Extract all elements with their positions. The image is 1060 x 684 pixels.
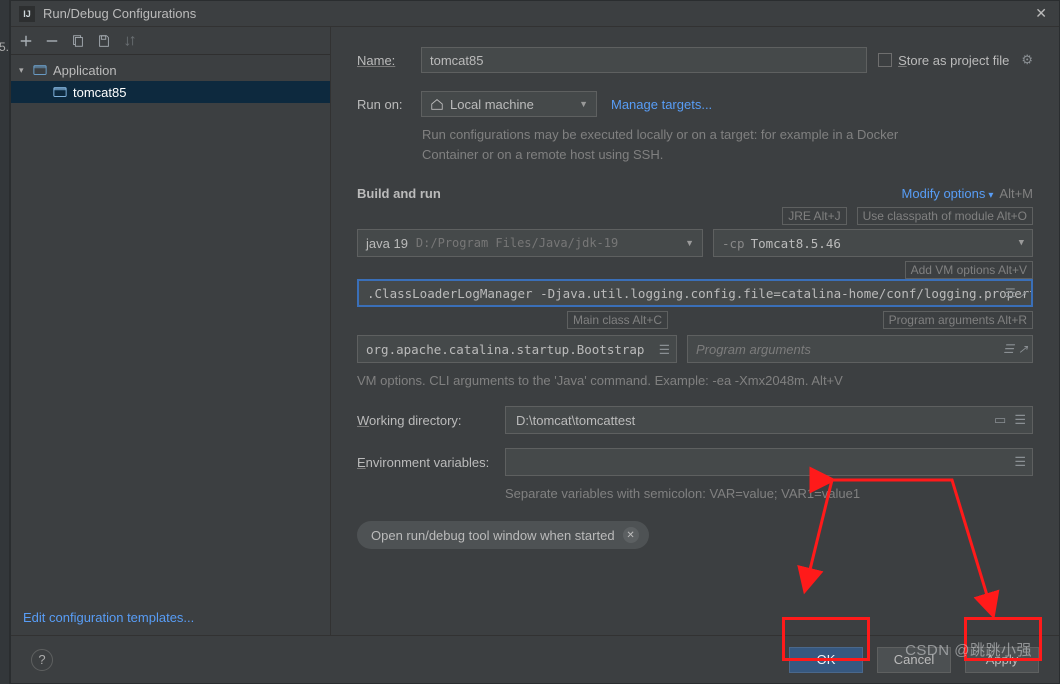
jre-tag: JRE Alt+J [782,207,846,225]
tree-item-label: tomcat85 [73,85,126,100]
chevron-down-icon: ▼ [1019,238,1024,248]
config-tree: ▾ Application tomcat85 [11,55,330,600]
run-on-label: Run on: [357,97,421,112]
chevron-down-icon: ▼ [685,238,694,248]
classpath-tag: Use classpath of module Alt+O [857,207,1033,225]
add-icon[interactable] [19,34,33,48]
save-icon[interactable] [97,34,111,48]
sidebar: ▾ Application tomcat85 Edit configuratio… [11,27,331,635]
jre-select[interactable]: java 19 D:/Program Files/Java/jdk-19 ▼ [357,229,703,257]
history-icon[interactable]: ☰ [1005,286,1016,300]
help-icon[interactable]: ? [31,649,53,671]
classpath-select[interactable]: -cp Tomcat8.5.46 ▼ [713,229,1033,257]
chevron-down-icon[interactable]: ▾ [19,65,29,76]
prog-args-tag: Program arguments Alt+R [883,311,1033,329]
titlebar: IJ Run/Debug Configurations ✕ [11,1,1059,27]
edit-templates-link[interactable]: Edit configuration templates... [23,610,194,625]
annotation-box-apply [964,617,1042,661]
list-icon[interactable]: ☰ [1014,454,1026,470]
manage-targets-link[interactable]: Manage targets... [611,97,712,112]
cp-prefix: -cp [722,236,745,251]
history-icon[interactable]: ☰ [1003,342,1014,356]
application-icon [53,85,67,99]
config-form: Name: SStore as project filetore as proj… [331,27,1059,635]
list-icon[interactable]: ☰ [1014,412,1026,428]
expand-icon[interactable]: ↗ [1020,286,1027,300]
tree-root-application[interactable]: ▾ Application [11,59,330,81]
sort-icon [123,34,137,48]
build-run-heading: Build and run [357,186,441,201]
env-label: Environment variables: [357,455,505,470]
vm-options-input[interactable]: .ClassLoaderLogManager -Djava.util.loggi… [357,279,1033,307]
dialog: IJ Run/Debug Configurations ✕ ▾ Applicat… [10,0,1060,684]
vm-options-value: .ClassLoaderLogManager -Djava.util.loggi… [367,286,1033,301]
window-title: Run/Debug Configurations [43,6,196,21]
remove-icon[interactable] [45,34,59,48]
app-icon: IJ [19,6,35,22]
open-tool-window-pill[interactable]: Open run/debug tool window when started … [357,521,649,549]
vm-hint: VM options. CLI arguments to the 'Java' … [357,373,1033,388]
jdk-path: D:/Program Files/Java/jdk-19 [416,236,618,250]
cp-value: Tomcat8.5.46 [751,236,841,251]
program-arguments-placeholder: Program arguments [696,342,811,357]
pill-label: Open run/debug tool window when started [371,528,615,543]
run-on-select[interactable]: Local machine ▼ [421,91,597,117]
program-arguments-input[interactable]: Program arguments ☰ ↗ [687,335,1033,363]
close-icon[interactable]: ✕ [1031,5,1051,22]
store-as-project-label: SStore as project filetore as project fi… [898,53,1009,68]
working-directory-value: D:\tomcat\tomcattest [516,413,635,428]
env-input[interactable]: ☰ [505,448,1033,476]
expand-icon[interactable]: ↗ [1018,342,1028,356]
list-icon[interactable]: ☰ [659,342,670,357]
application-icon [33,63,47,77]
vm-options-tag: Add VM options Alt+V [905,261,1033,279]
main-class-input[interactable]: org.apache.catalina.startup.Bootstrap ☰ [357,335,677,363]
home-icon [430,97,444,111]
copy-icon[interactable] [71,34,85,48]
gutter-text: 5. [0,40,9,54]
run-on-hint: Run configurations may be executed local… [422,125,902,164]
working-directory-label: Working directory: [357,413,505,428]
config-toolbar [11,27,330,55]
tree-item-tomcat85[interactable]: tomcat85 [11,81,330,103]
store-as-project-checkbox[interactable] [878,53,892,67]
env-hint: Separate variables with semicolon: VAR=v… [505,486,1033,501]
working-directory-input[interactable]: D:\tomcat\tomcattest ▭ ☰ [505,406,1033,434]
main-class-tag: Main class Alt+C [567,311,668,329]
name-label: Name: [357,53,421,68]
jdk-name: java 19 [366,236,408,251]
close-icon[interactable]: ✕ [623,527,639,543]
modify-options-shortcut: Alt+M [999,186,1033,201]
gear-icon[interactable]: ⚙ [1021,52,1033,68]
folder-icon[interactable]: ▭ [994,412,1006,428]
modify-options-link[interactable]: Modify options▾ [902,186,994,201]
main-class-value: org.apache.catalina.startup.Bootstrap [366,342,644,357]
cancel-button[interactable]: Cancel [877,647,951,673]
annotation-box-ok [782,617,870,661]
name-input[interactable] [421,47,867,73]
tree-root-label: Application [53,63,117,78]
run-on-value: Local machine [450,97,534,112]
chevron-down-icon: ▼ [579,99,588,109]
dialog-footer: ? OK Cancel Apply [11,635,1059,683]
